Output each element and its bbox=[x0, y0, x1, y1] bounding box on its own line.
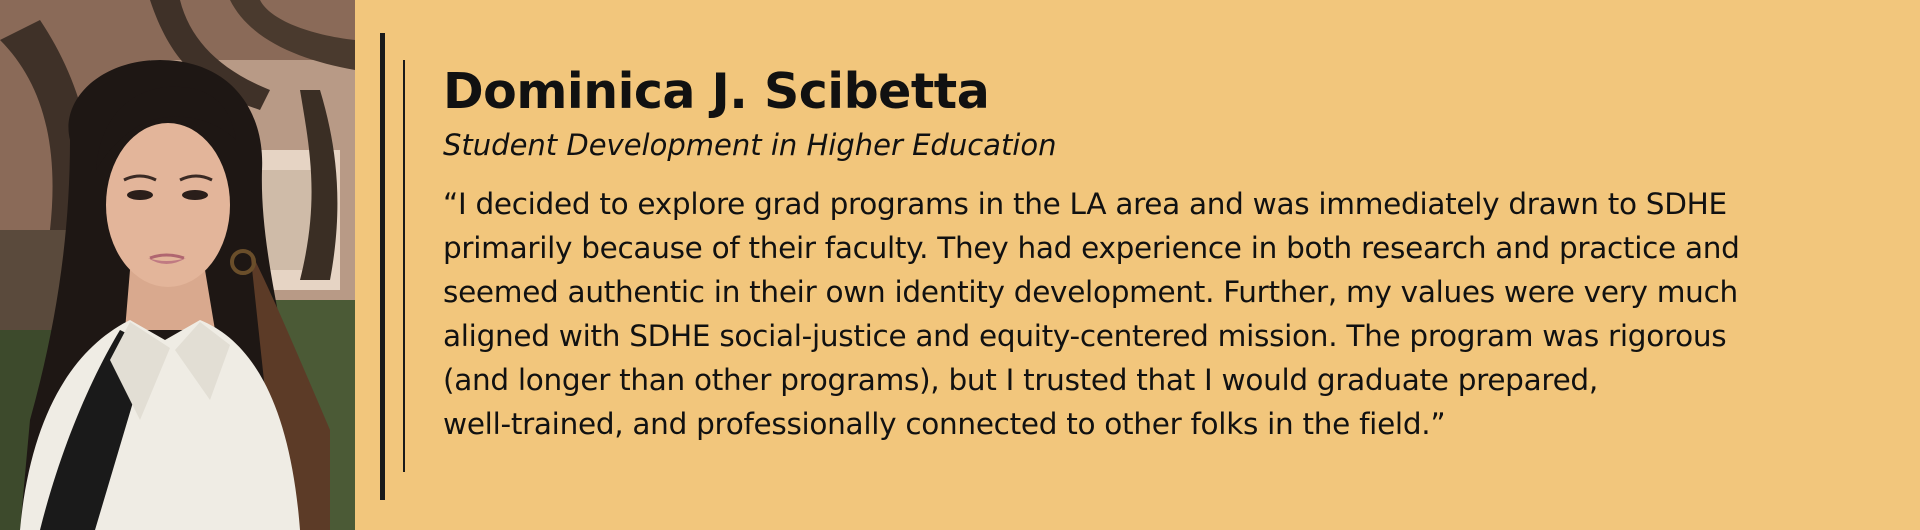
program-name: Student Development in Higher Education bbox=[443, 128, 1057, 162]
quote-line: (and longer than other programs), but I … bbox=[443, 363, 1598, 397]
accent-rule-inner bbox=[403, 60, 405, 472]
testimonial-quote: “I decided to explore grad programs in t… bbox=[443, 182, 1893, 446]
quote-line: seemed authentic in their own identity d… bbox=[443, 275, 1738, 309]
quote-line: primarily because of their faculty. They… bbox=[443, 231, 1740, 265]
quote-line: “I decided to explore grad programs in t… bbox=[443, 187, 1727, 221]
quote-line: well-trained, and professionally connect… bbox=[443, 407, 1446, 441]
person-name: Dominica J. Scibetta bbox=[443, 63, 990, 120]
profile-photo bbox=[0, 0, 355, 530]
accent-rule-outer bbox=[380, 33, 385, 500]
testimonial-text: Dominica J. Scibetta Student Development… bbox=[443, 62, 1893, 446]
portrait-illustration bbox=[0, 0, 355, 530]
quote-line: aligned with SDHE social-justice and equ… bbox=[443, 319, 1727, 353]
testimonial-card: Dominica J. Scibetta Student Development… bbox=[0, 0, 1920, 530]
